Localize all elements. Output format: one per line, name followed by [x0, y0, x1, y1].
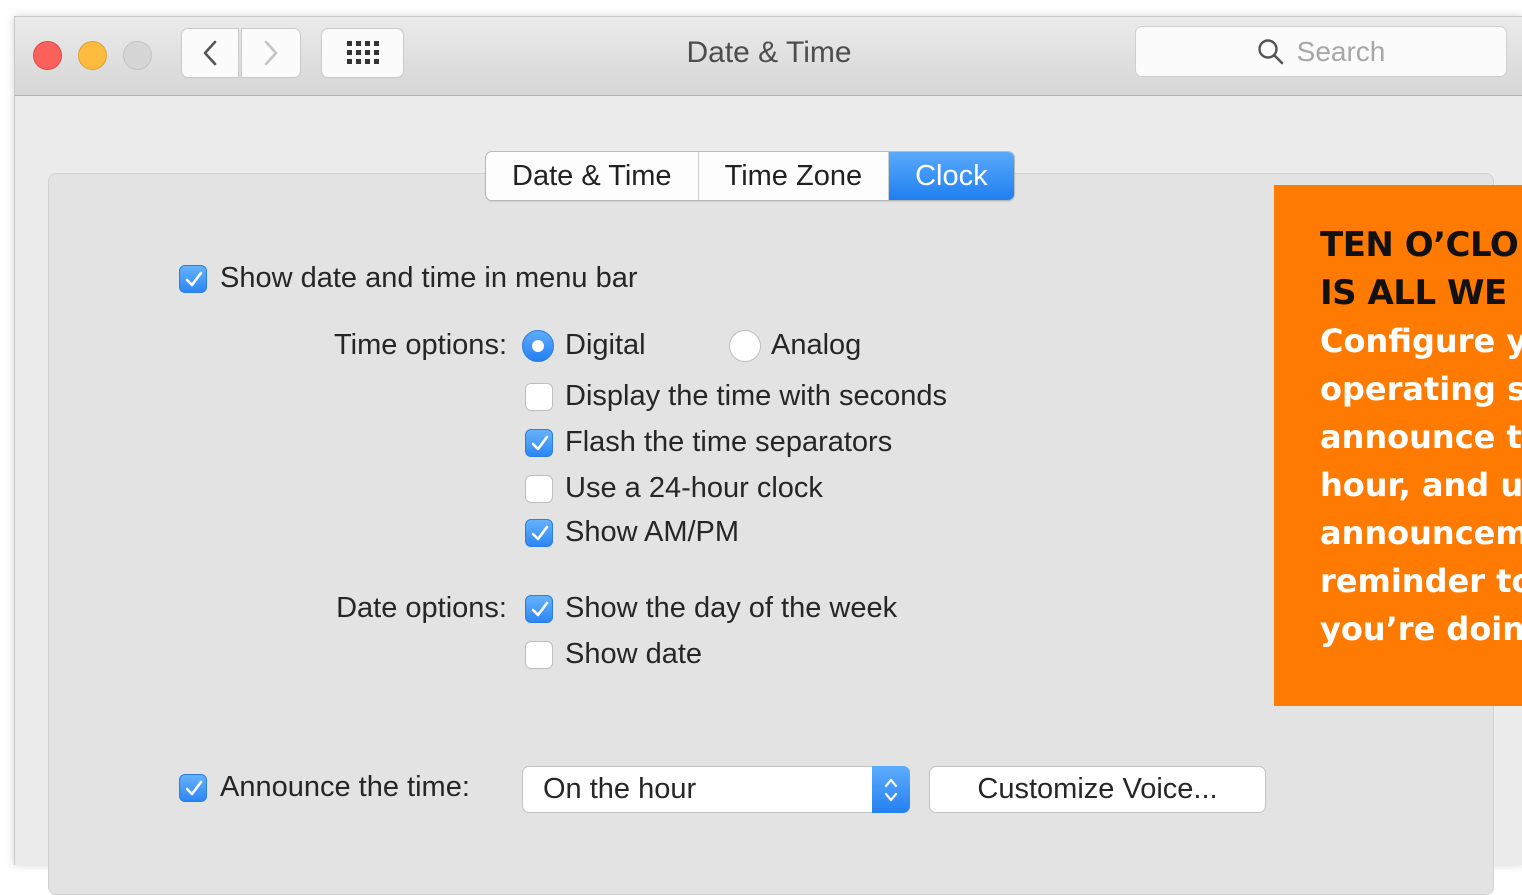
announce-time-label[interactable]: Announce the time:	[220, 771, 470, 804]
search-placeholder: Search	[1296, 35, 1386, 67]
search-icon	[1257, 38, 1283, 64]
tab-bar: Date & Time Time Zone Clock	[485, 151, 1015, 201]
callout-body-line: announce t	[1320, 418, 1522, 456]
tab-clock[interactable]: Clock	[889, 152, 1014, 200]
checkmark-icon	[185, 780, 203, 796]
analog-label[interactable]: Analog	[771, 329, 861, 362]
digital-radio[interactable]	[522, 330, 554, 362]
callout-text: TEN O’CLO IS ALL WE Configure y operatin…	[1320, 221, 1522, 653]
customize-voice-button[interactable]: Customize Voice...	[929, 766, 1266, 813]
popup-stepper[interactable]	[872, 766, 910, 813]
chevron-up-down-icon	[884, 778, 898, 801]
show-menu-bar-label[interactable]: Show date and time in menu bar	[220, 262, 638, 295]
show-date-label[interactable]: Show date	[565, 638, 702, 671]
callout-body-line: announcem	[1320, 514, 1522, 552]
checkmark-icon	[531, 601, 549, 617]
24-hour-checkbox[interactable]	[525, 475, 553, 503]
callout-heading-line: IS ALL WE	[1320, 273, 1507, 313]
callout-body-line: you’re doing	[1320, 610, 1522, 648]
checkmark-icon	[185, 271, 203, 287]
announce-interval-value: On the hour	[543, 773, 697, 805]
search-field[interactable]: Search	[1135, 26, 1507, 77]
show-menu-bar-checkbox[interactable]	[179, 265, 207, 293]
callout-box: TEN O’CLO IS ALL WE Configure y operatin…	[1274, 185, 1522, 706]
time-options-label: Time options:	[334, 329, 507, 361]
day-of-week-checkbox[interactable]	[525, 595, 553, 623]
analog-radio[interactable]	[729, 330, 761, 362]
date-options-label: Date options:	[336, 592, 507, 624]
seconds-label[interactable]: Display the time with seconds	[565, 380, 947, 413]
callout-body-line: hour, and us	[1320, 466, 1522, 504]
callout-heading-line: TEN O’CLO	[1320, 225, 1519, 265]
24-hour-label[interactable]: Use a 24-hour clock	[565, 472, 823, 505]
flash-separators-label[interactable]: Flash the time separators	[565, 426, 892, 459]
day-of-week-label[interactable]: Show the day of the week	[565, 592, 897, 625]
seconds-checkbox[interactable]	[525, 383, 553, 411]
announce-time-checkbox[interactable]	[179, 774, 207, 802]
callout-body-line: Configure y	[1320, 322, 1522, 360]
callout-body-line: operating s	[1320, 370, 1522, 408]
flash-separators-checkbox[interactable]	[525, 429, 553, 457]
digital-label[interactable]: Digital	[565, 329, 646, 362]
tab-date-time[interactable]: Date & Time	[486, 152, 699, 200]
am-pm-checkbox[interactable]	[525, 519, 553, 547]
tab-time-zone[interactable]: Time Zone	[699, 152, 890, 200]
checkmark-icon	[531, 435, 549, 451]
am-pm-label[interactable]: Show AM/PM	[565, 516, 739, 549]
announce-interval-select[interactable]: On the hour	[522, 766, 910, 813]
show-date-checkbox[interactable]	[525, 641, 553, 669]
checkmark-icon	[531, 525, 549, 541]
callout-body-line: reminder to	[1320, 562, 1522, 600]
title-bar: Date & Time Search	[15, 17, 1522, 96]
